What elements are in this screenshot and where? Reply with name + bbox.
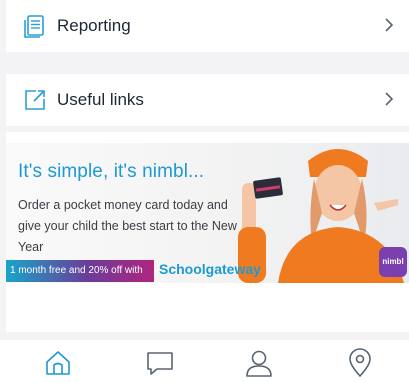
promo-body: Order a pocket money card today and give… [18, 198, 237, 254]
schoolgateway-logo: Schoolgateway [159, 261, 261, 277]
profile-icon[interactable] [244, 348, 274, 378]
promo-card[interactable]: It's simple, it's nimbl... Order a pocke… [6, 132, 409, 332]
external-link-icon [25, 90, 45, 110]
nimbl-logo: nimbl [379, 247, 407, 277]
chat-icon[interactable] [145, 348, 175, 378]
chevron-right-icon [385, 18, 394, 32]
home-icon[interactable] [43, 348, 73, 378]
chevron-right-icon [385, 92, 394, 106]
useful-links-row[interactable]: Useful links [6, 74, 409, 126]
location-pin-icon[interactable] [345, 348, 375, 378]
useful-links-label: Useful links [57, 90, 144, 109]
promo-headline: It's simple, it's nimbl... [18, 161, 205, 182]
reporting-label: Reporting [57, 16, 131, 35]
bottom-tab-bar [0, 340, 409, 382]
document-icon [24, 15, 44, 38]
promo-banner[interactable]: It's simple, it's nimbl... Order a pocke… [6, 143, 409, 283]
reporting-row[interactable]: Reporting [6, 0, 409, 52]
promo-offer-strip: 1 month free and 20% off with [6, 260, 154, 282]
